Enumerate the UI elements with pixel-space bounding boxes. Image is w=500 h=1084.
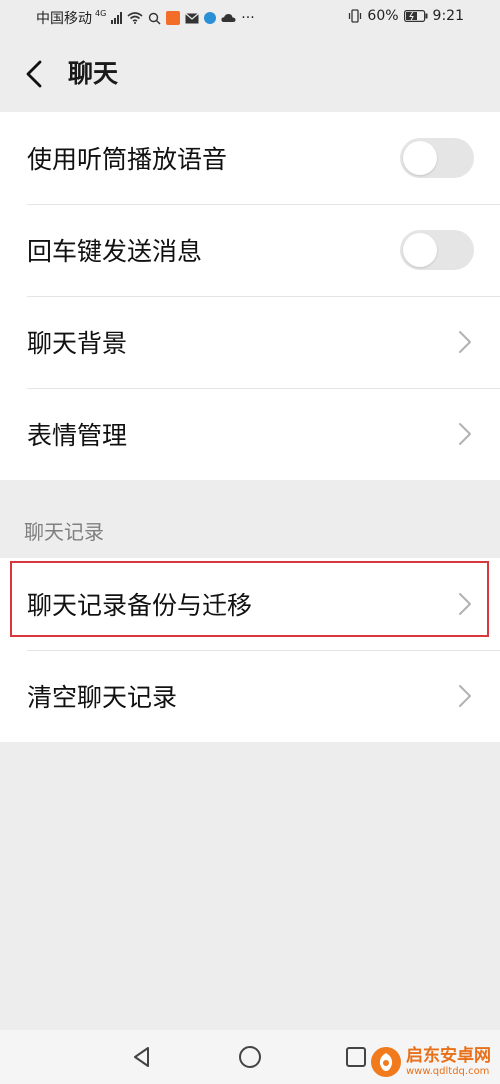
earpiece-voice-toggle[interactable]: [400, 138, 474, 178]
setting-backup-migrate[interactable]: 聊天记录备份与迁移: [0, 558, 500, 650]
chevron-right-icon: [459, 331, 471, 353]
status-left: 中国移动 4G ···: [36, 8, 255, 28]
watermark: 启东安卓网 www.qdltdq.com: [370, 1046, 491, 1078]
recents-square-icon[interactable]: [342, 1043, 370, 1071]
mail-icon: [185, 12, 200, 23]
nav-bar: 聊天: [0, 36, 500, 112]
carrier-name: 中国移动: [36, 11, 92, 27]
battery-percent: 60%: [367, 8, 399, 24]
watermark-text: 启东安卓网 www.qdltdq.com: [406, 1045, 491, 1077]
search-icon: [149, 12, 161, 24]
setting-label: 表情管理: [27, 421, 128, 450]
wifi-icon: [127, 12, 143, 24]
setting-label: 清空聊天记录: [27, 683, 178, 712]
chevron-right-icon: [459, 593, 471, 615]
setting-clear-history[interactable]: 清空聊天记录: [0, 650, 500, 742]
status-bar: 中国移动 4G ··· 60% 9:21: [0, 0, 500, 36]
app-icon: [204, 12, 217, 24]
back-triangle-icon[interactable]: [128, 1043, 156, 1071]
toggle-knob: [403, 141, 437, 175]
page-title: 聊天: [68, 59, 119, 88]
setting-label: 聊天记录备份与迁移: [27, 591, 253, 620]
enter-to-send-toggle[interactable]: [400, 230, 474, 270]
toggle-knob: [403, 233, 437, 267]
network-type: 4G: [95, 8, 107, 18]
signal-icon: [111, 12, 123, 24]
back-arrow-icon[interactable]: [18, 56, 54, 92]
watermark-logo-icon: [371, 1047, 401, 1077]
chat-settings-group: 使用听筒播放语音 回车键发送消息 聊天背景 表情管理: [0, 112, 500, 480]
section-header-chat-history: 聊天记录: [24, 520, 104, 544]
watermark-url: www.qdltdq.com: [406, 1065, 490, 1077]
cloud-icon: [221, 14, 236, 22]
setting-sticker-management[interactable]: 表情管理: [0, 388, 500, 480]
chat-history-group: 聊天记录备份与迁移 清空聊天记录: [0, 558, 500, 742]
setting-earpiece-voice[interactable]: 使用听筒播放语音: [0, 112, 500, 204]
home-circle-icon[interactable]: [236, 1043, 264, 1071]
status-right: 60% 9:21: [348, 8, 464, 24]
vibrate-icon: [349, 9, 362, 23]
setting-chat-background[interactable]: 聊天背景: [0, 296, 500, 388]
watermark-name: 启东安卓网: [406, 1045, 491, 1066]
setting-label: 聊天背景: [27, 329, 128, 358]
chevron-right-icon: [459, 423, 471, 445]
chevron-right-icon: [459, 685, 471, 707]
more-notifications: ···: [241, 10, 255, 26]
battery-icon: [403, 10, 428, 22]
setting-label: 回车键发送消息: [27, 237, 203, 266]
setting-label: 使用听筒播放语音: [27, 145, 228, 174]
setting-enter-to-send[interactable]: 回车键发送消息: [0, 204, 500, 296]
app-notification-icon: [166, 11, 181, 25]
clock: 9:21: [432, 8, 464, 24]
